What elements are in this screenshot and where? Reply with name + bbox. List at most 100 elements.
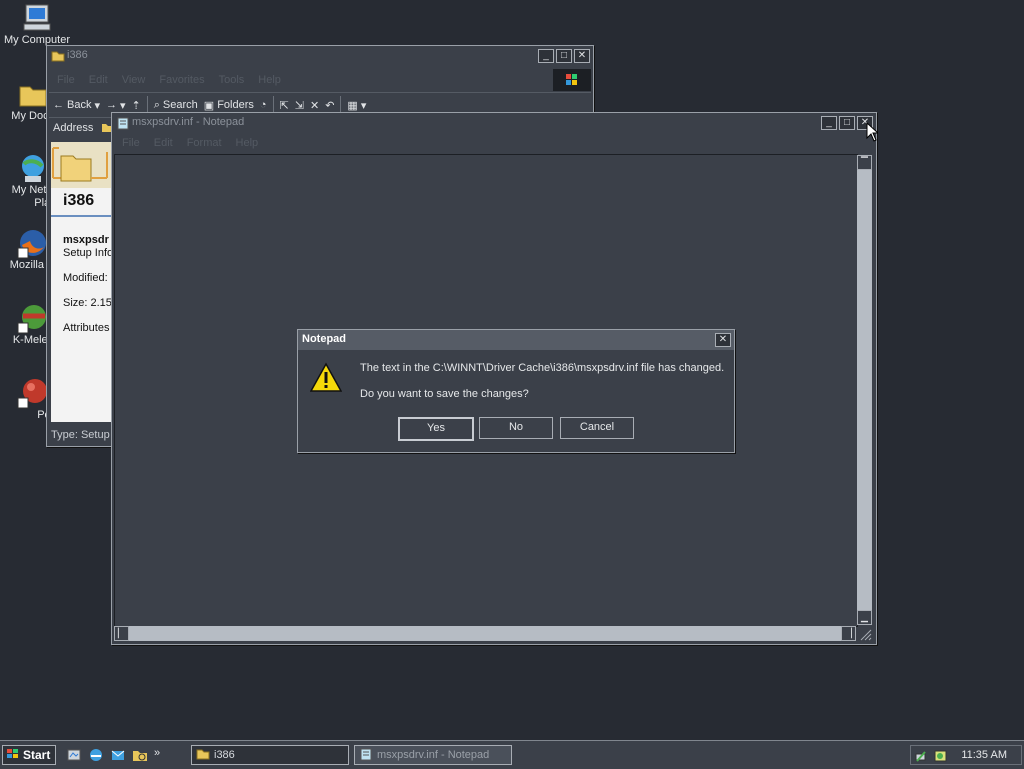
k-meleon-icon [17, 302, 49, 334]
dialog-titlebar[interactable]: Notepad ✕ [298, 330, 734, 350]
start-label: Start [23, 748, 51, 762]
menu-favorites[interactable]: Favorites [159, 74, 204, 86]
copy-to-button[interactable]: ⇲ [295, 99, 304, 112]
internet-explorer-icon[interactable] [88, 747, 104, 766]
maximize-button[interactable]: □ [839, 116, 855, 130]
notepad-menubar: File Edit Format Help [114, 133, 874, 152]
cancel-button[interactable]: Cancel [560, 417, 634, 439]
folders-button[interactable]: ▣ Folders [204, 99, 254, 112]
horizontal-scrollbar[interactable]: ▏ ▕ [114, 626, 856, 641]
dialog-message: The text in the C:\WINNT\Driver Cache\i3… [360, 362, 725, 374]
search-icon: ⌕ [153, 98, 160, 111]
chevron-down-icon: ▾ [360, 99, 367, 112]
network-tray-icon[interactable] [915, 748, 931, 767]
chevron-down-icon: ▾ [94, 99, 100, 112]
firefox-icon [17, 227, 49, 259]
warning-icon [309, 362, 343, 397]
delete-icon: ✕ [309, 99, 320, 112]
explorer-menubar: File Edit View Favorites Tools Help [49, 70, 551, 89]
views-button[interactable]: ▦ ▾ [347, 99, 366, 112]
menu-format[interactable]: Format [187, 137, 222, 149]
history-button[interactable]: ◔ [260, 99, 267, 111]
undo-icon: ↶ [325, 99, 335, 112]
notepad-icon [359, 747, 373, 764]
copy-to-icon: ⇲ [294, 99, 304, 112]
up-folder-icon: ⇡ [131, 99, 141, 112]
folders-icon: ▣ [203, 99, 215, 112]
panel-divider [51, 215, 111, 217]
volume-tray-icon[interactable] [933, 748, 949, 767]
file-attributes: Attributes [63, 322, 110, 334]
folder-icon [196, 748, 210, 763]
menu-view[interactable]: View [122, 74, 146, 86]
windows-logo-icon [6, 748, 20, 763]
address-bar: Address [49, 118, 112, 138]
menu-file[interactable]: File [57, 74, 75, 86]
taskbar: Start » i386 msxpsdrv.inf - Notepad 11:3… [0, 740, 1024, 769]
window-title: i386 [67, 49, 88, 61]
search-button[interactable]: ⌕ Search [154, 99, 198, 112]
forward-arrow-icon: → [106, 99, 117, 111]
menu-help[interactable]: Help [236, 137, 259, 149]
minimize-button[interactable]: _ [821, 116, 837, 130]
panel-title: i386 [63, 192, 95, 209]
yes-button[interactable]: Yes [398, 417, 474, 441]
no-button[interactable]: No [479, 417, 553, 439]
folder-icon [17, 78, 49, 110]
window-title: msxpsdrv.inf - Notepad [132, 116, 245, 128]
pegasus-icon [17, 377, 49, 409]
file-name: msxpsdr [63, 234, 109, 246]
mouse-cursor-icon [866, 121, 880, 145]
folder-graphic-icon [51, 142, 111, 188]
task-label: i386 [214, 749, 235, 761]
start-button[interactable]: Start [2, 745, 56, 765]
vertical-scrollbar[interactable]: ▔ ▁ [857, 155, 872, 625]
menu-edit[interactable]: Edit [154, 137, 173, 149]
move-to-button[interactable]: ⇱ [280, 99, 289, 112]
close-button[interactable]: ✕ [715, 333, 731, 347]
status-text: Type: Setup [51, 429, 110, 441]
undo-button[interactable]: ↶ [325, 99, 334, 112]
taskbar-item-notepad[interactable]: msxpsdrv.inf - Notepad [354, 745, 512, 765]
explorer-titlebar[interactable]: i386 _ □ ✕ [47, 46, 593, 66]
back-arrow-icon: ← [53, 99, 64, 111]
delete-button[interactable]: ✕ [310, 99, 319, 112]
status-bar: Type: Setup [49, 426, 111, 444]
more-chevron-icon[interactable]: » [154, 747, 160, 766]
chevron-down-icon: ▾ [120, 99, 126, 112]
address-label: Address [53, 122, 94, 134]
desktop-icon-my-computer[interactable]: My Computer [0, 2, 82, 47]
menu-tools[interactable]: Tools [219, 74, 245, 86]
dialog-question: Do you want to save the changes? [360, 388, 529, 400]
scroll-down-button[interactable]: ▁ [857, 610, 872, 625]
menu-help[interactable]: Help [258, 74, 281, 86]
forward-button[interactable]: → ▾ [106, 99, 126, 112]
menu-edit[interactable]: Edit [89, 74, 108, 86]
close-button[interactable]: ✕ [574, 49, 590, 63]
back-button[interactable]: ← Back ▾ [53, 99, 100, 112]
menu-file[interactable]: File [122, 137, 140, 149]
network-icon [17, 152, 49, 184]
maximize-button[interactable]: □ [556, 49, 572, 63]
show-desktop-icon[interactable] [66, 747, 82, 766]
history-icon: ◔ [259, 99, 267, 111]
outlook-express-icon[interactable] [110, 747, 126, 766]
dialog-title: Notepad [302, 333, 346, 345]
quick-launch: » [66, 747, 160, 766]
save-changes-dialog[interactable]: Notepad ✕ The text in the C:\WINNT\Drive… [297, 329, 735, 453]
notepad-icon [116, 116, 130, 133]
minimize-button[interactable]: _ [538, 49, 554, 63]
scroll-right-button[interactable]: ▕ [841, 626, 856, 641]
taskbar-item-i386[interactable]: i386 [191, 745, 349, 765]
notepad-titlebar[interactable]: msxpsdrv.inf - Notepad _ □ ✕ [112, 113, 876, 133]
system-tray: 11:35 AM [910, 745, 1022, 765]
up-folder-button[interactable]: ⇡ [132, 99, 141, 112]
scroll-left-button[interactable]: ▏ [114, 626, 129, 641]
explorer-shortcut-icon[interactable] [132, 747, 148, 766]
file-type: Setup Info [63, 247, 111, 259]
file-modified: Modified: ( [63, 272, 111, 284]
folder-icon [51, 49, 65, 65]
views-icon: ▦ [347, 99, 358, 112]
resize-grip-icon[interactable] [858, 627, 872, 641]
scroll-up-button[interactable]: ▔ [857, 155, 872, 170]
